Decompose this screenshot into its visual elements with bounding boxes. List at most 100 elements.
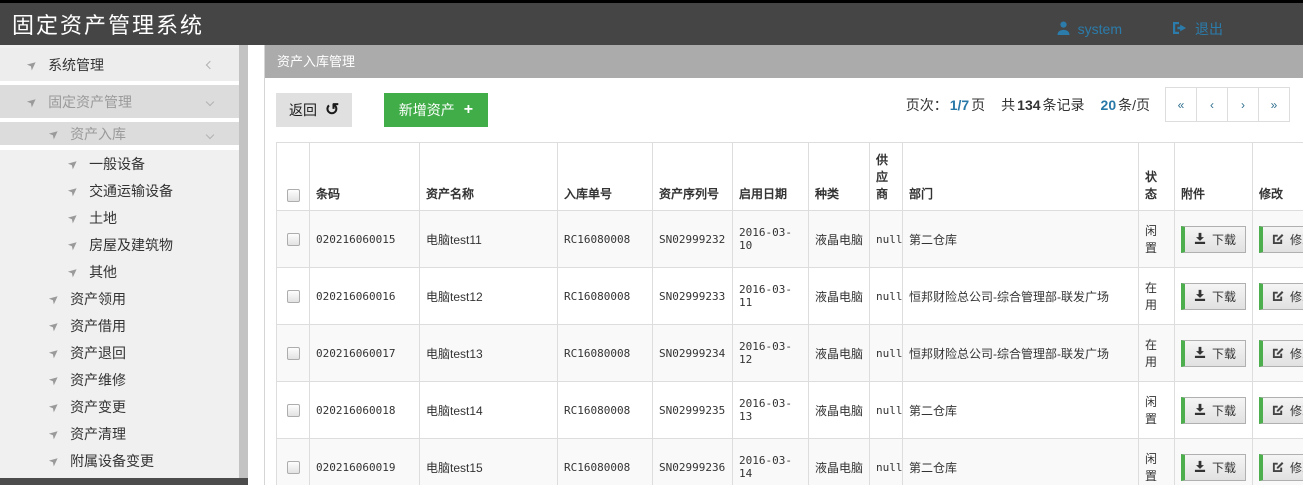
sidebar-item-label: 资产领用: [70, 289, 126, 309]
prev-page-button[interactable]: ‹: [1196, 87, 1228, 122]
edit-button[interactable]: 修改: [1259, 397, 1303, 424]
cell-supplier: null: [870, 439, 903, 485]
pagination-current-page: 1/7: [950, 97, 969, 113]
download-button[interactable]: 下载: [1181, 226, 1246, 253]
first-page-button[interactable]: «: [1165, 87, 1197, 122]
topbar-links: system 退出: [1057, 9, 1223, 39]
table-row: 020216060018 电脑test14 RC16080008 SN02999…: [277, 382, 1303, 439]
asset-table-wrapper: 条码 资产名称 入库单号 资产序列号 启用日期 种类 供应商 部门 状态 附件 …: [265, 142, 1303, 485]
menu-arrow-icon: [46, 317, 63, 334]
sidebar-item-label: 资产借用: [70, 316, 126, 336]
menu-arrow-icon: [65, 263, 82, 280]
sidebar-item-attached-equipment-change[interactable]: 附属设备变更: [0, 447, 239, 474]
sidebar-item-label: 资产维修: [70, 370, 126, 390]
download-button[interactable]: 下载: [1181, 454, 1246, 481]
row-checkbox[interactable]: [287, 290, 300, 303]
cell-department: 恒邦财险总公司-综合管理部-联发广场: [903, 268, 1139, 325]
edit-button[interactable]: 修改: [1259, 340, 1303, 367]
cell-asset-name: 电脑test13: [420, 325, 558, 382]
sidebar-item-land[interactable]: 土地: [0, 204, 239, 231]
asset-table: 条码 资产名称 入库单号 资产序列号 启用日期 种类 供应商 部门 状态 附件 …: [276, 142, 1303, 485]
sidebar-scrollbar[interactable]: [239, 45, 248, 485]
cell-serial: SN02999235: [653, 382, 733, 439]
download-label: 下载: [1212, 288, 1236, 305]
sidebar-item-asset-change[interactable]: 资产变更: [0, 393, 239, 420]
table-row: 020216060015 电脑test11 RC16080008 SN02999…: [277, 211, 1303, 268]
sidebar-item-system-management[interactable]: 系统管理: [0, 48, 239, 85]
menu-arrow-icon: [65, 236, 82, 253]
col-barcode: 条码: [310, 143, 420, 211]
sidebar-item-general-equipment[interactable]: 一般设备: [0, 150, 239, 177]
logout-link[interactable]: 退出: [1172, 19, 1223, 39]
sidebar-item-transport-equipment[interactable]: 交通运输设备: [0, 177, 239, 204]
pagination-page-word: 页: [971, 95, 985, 115]
sidebar-item-asset-inbound[interactable]: 资产入库: [0, 122, 239, 150]
edit-label: 修改: [1290, 288, 1303, 305]
menu-arrow-icon: [65, 155, 82, 172]
cell-kind: 液晶电脑: [809, 325, 870, 382]
row-checkbox[interactable]: [287, 347, 300, 360]
row-checkbox[interactable]: [287, 404, 300, 417]
cell-serial: SN02999232: [653, 211, 733, 268]
last-page-button[interactable]: »: [1258, 87, 1290, 122]
download-button[interactable]: 下载: [1181, 283, 1246, 310]
cell-serial: SN02999234: [653, 325, 733, 382]
download-button[interactable]: 下载: [1181, 340, 1246, 367]
topbar: 固定资产管理系统 system 退出: [0, 0, 1303, 45]
sidebar-item-label: 一般设备: [89, 154, 145, 174]
edit-button[interactable]: 修改: [1259, 454, 1303, 481]
download-icon: [1194, 346, 1206, 361]
cell-serial: SN02999236: [653, 439, 733, 485]
row-checkbox[interactable]: [287, 461, 300, 474]
pagination-page-info: 页次： 1/7 页: [906, 95, 985, 115]
select-all-checkbox[interactable]: [287, 189, 300, 202]
cell-department: 第二仓库: [903, 439, 1139, 485]
edit-label: 修改: [1290, 345, 1303, 362]
pagination-total-label: 共: [1001, 95, 1015, 115]
cell-asset-name: 电脑test12: [420, 268, 558, 325]
download-icon: [1194, 403, 1206, 418]
logout-icon: [1172, 21, 1187, 38]
cell-status: 闲置: [1139, 211, 1175, 268]
refresh-icon: ↺: [325, 103, 339, 117]
cell-status: 闲置: [1139, 439, 1175, 485]
sidebar-item-asset-borrow[interactable]: 资产借用: [0, 312, 239, 339]
next-page-button[interactable]: ›: [1227, 87, 1259, 122]
sidebar-item-label: 房屋及建筑物: [89, 235, 173, 255]
menu-arrow-icon: [46, 125, 63, 142]
sidebar-item-asset-requisition[interactable]: 资产领用: [0, 285, 239, 312]
download-icon: [1194, 232, 1206, 247]
sidebar-item-asset-cleanup[interactable]: 资产清理: [0, 420, 239, 447]
sidebar-item-label: 系统管理: [48, 55, 104, 75]
sidebar-item-label: 其他: [89, 262, 117, 282]
sidebar-item-fixed-asset-management[interactable]: 固定资产管理: [0, 85, 239, 122]
sidebar-item-asset-repair[interactable]: 资产维修: [0, 366, 239, 393]
menu-arrow-icon: [65, 182, 82, 199]
logout-label: 退出: [1195, 19, 1223, 39]
back-button-label: 返回: [289, 100, 317, 120]
row-checkbox[interactable]: [287, 233, 300, 246]
download-label: 下载: [1212, 402, 1236, 419]
sidebar-item-other[interactable]: 其他: [0, 258, 239, 285]
col-asset-name: 资产名称: [420, 143, 558, 211]
col-date: 启用日期: [733, 143, 809, 211]
sidebar-item-asset-return[interactable]: 资产退回: [0, 339, 239, 366]
col-attachment: 附件: [1175, 143, 1253, 211]
edit-button[interactable]: 修改: [1259, 283, 1303, 310]
user-menu[interactable]: system: [1057, 21, 1122, 38]
download-button[interactable]: 下载: [1181, 397, 1246, 424]
col-kind: 种类: [809, 143, 870, 211]
cell-status: 在用: [1139, 268, 1175, 325]
back-button[interactable]: 返回 ↺: [276, 93, 352, 127]
add-asset-button[interactable]: 新增资产 +: [384, 93, 488, 127]
sidebar-item-buildings[interactable]: 房屋及建筑物: [0, 231, 239, 258]
panel-title: 资产入库管理: [265, 45, 1303, 78]
edit-button[interactable]: 修改: [1259, 226, 1303, 253]
chevron-left-icon: [206, 60, 214, 68]
menu-arrow-icon: [46, 371, 63, 388]
col-department: 部门: [903, 143, 1139, 211]
pagination-label: 页次：: [906, 95, 948, 115]
add-asset-button-label: 新增资产: [399, 100, 455, 120]
cell-kind: 液晶电脑: [809, 211, 870, 268]
plus-icon: +: [464, 103, 473, 117]
